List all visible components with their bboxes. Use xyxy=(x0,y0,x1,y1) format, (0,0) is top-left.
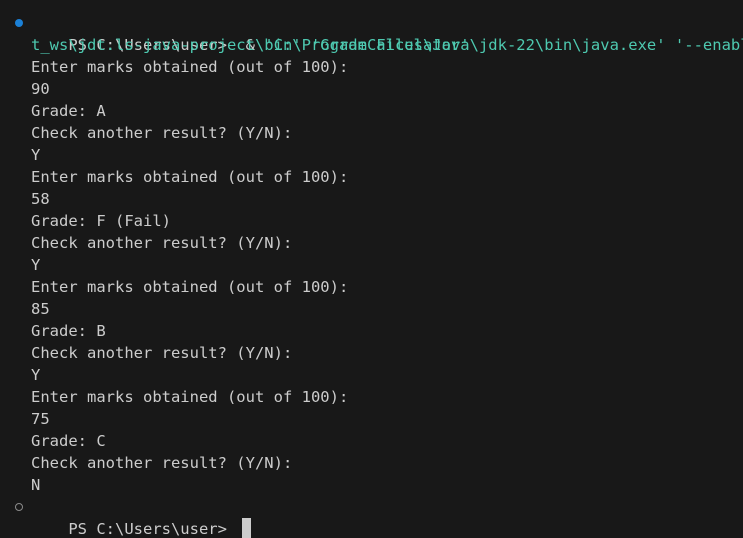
command-main-class: 'GradeCalculator' xyxy=(301,36,470,54)
text-cursor xyxy=(242,518,252,538)
output-line: N xyxy=(31,476,41,494)
active-prompt-line[interactable]: PS C:\Users\user> xyxy=(0,496,743,538)
output-line: Check another result? (Y/N): xyxy=(31,344,293,362)
output-line: Check another result? (Y/N): xyxy=(31,234,293,252)
output-line: 75 xyxy=(31,410,50,428)
command-line: PS C:\Users\user> & 'C:\Program Files\Ja… xyxy=(0,12,743,54)
output-line: Enter marks obtained (out of 100): xyxy=(31,168,349,186)
output-line: Y xyxy=(31,366,41,384)
output-line: 85 xyxy=(31,300,50,318)
output-line: Check another result? (Y/N): xyxy=(31,124,293,142)
output-line: Y xyxy=(31,256,41,274)
command-classpath-wrap: t_ws\jdt.ls-java-project\bin' xyxy=(31,36,302,54)
output-line: Enter marks obtained (out of 100): xyxy=(31,388,349,406)
prompt-idle-dot-icon[interactable] xyxy=(15,503,23,511)
output-line: Check another result? (Y/N): xyxy=(31,454,293,472)
output-line: Enter marks obtained (out of 100): xyxy=(31,278,349,296)
output-line: Grade: F (Fail) xyxy=(31,212,171,230)
output-line: Enter marks obtained (out of 100): xyxy=(31,58,349,76)
output-line: Grade: B xyxy=(31,322,106,340)
output-line: Grade: A xyxy=(31,102,106,120)
final-prompt: PS C:\Users\user> xyxy=(68,520,237,538)
terminal-panel[interactable]: PS C:\Users\user> & 'C:\Program Files\Ja… xyxy=(0,0,743,538)
output-line: 90 xyxy=(31,80,50,98)
command-line-wrap: t_ws\jdt.ls-java-project\bin' 'GradeCalc… xyxy=(0,34,743,56)
terminal-output: Enter marks obtained (out of 100): 90 Gr… xyxy=(0,56,743,496)
command-success-dot-icon[interactable] xyxy=(15,19,23,27)
output-line: Grade: C xyxy=(31,432,106,450)
output-line: Y xyxy=(31,146,41,164)
output-line: 58 xyxy=(31,190,50,208)
